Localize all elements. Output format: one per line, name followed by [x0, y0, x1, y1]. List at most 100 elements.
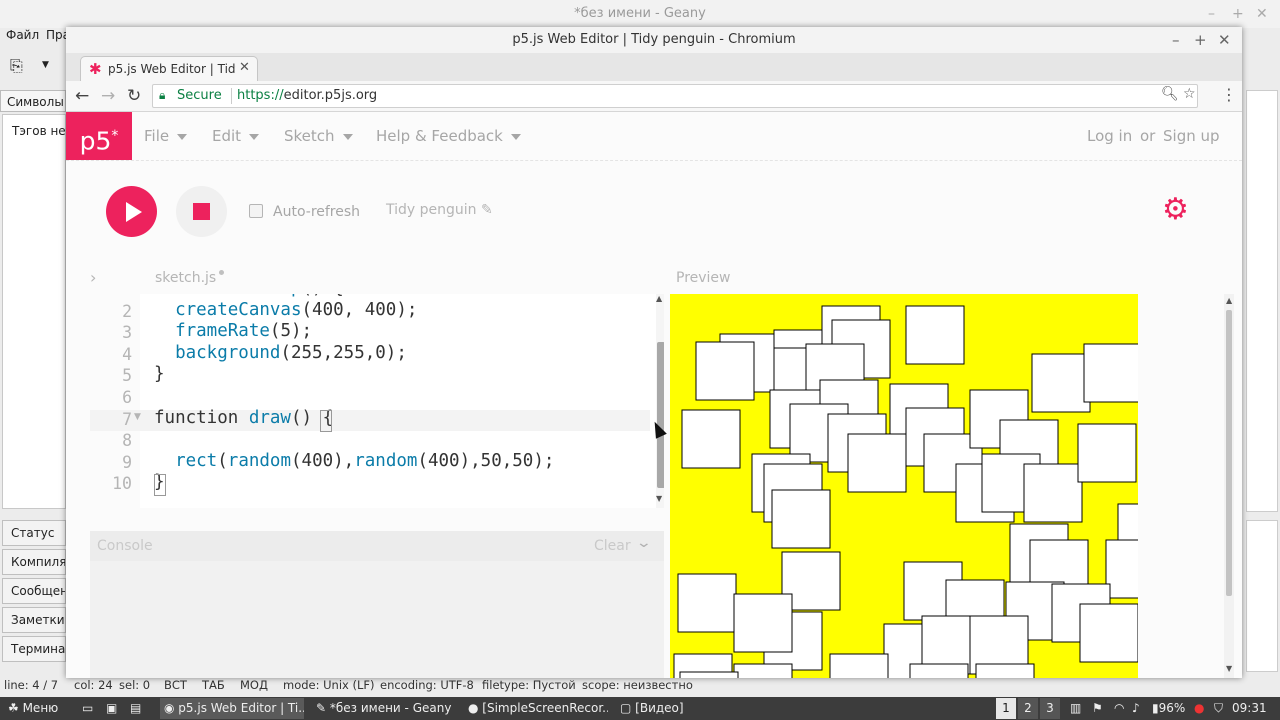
taskbar-item-geany[interactable]: ✎ *без имени - Geany [312, 698, 456, 719]
chevron-down-icon[interactable]: ▼ [42, 60, 49, 70]
secure-label: Secure [177, 88, 222, 103]
code-line[interactable]: function draw() { [154, 408, 333, 428]
new-file-icon[interactable]: ⎘ [10, 56, 23, 76]
geany-tab-terminal[interactable]: Термина [2, 636, 66, 662]
code-editor[interactable]: 1 function setup() { 2 createCanvas(400,… [90, 294, 664, 508]
code-line[interactable]: createCanvas(400, 400); [154, 300, 417, 320]
collapse-chevron-icon[interactable]: ⌄ [636, 535, 652, 551]
maximize-icon[interactable]: + [1232, 0, 1244, 28]
chromium-title: p5.js Web Editor | Tidy penguin - Chromi… [512, 32, 796, 47]
bookmark-star-icon[interactable]: ☆ [1183, 86, 1196, 102]
preview-scrollbar-thumb[interactable] [1226, 310, 1232, 596]
minimize-icon[interactable]: – [1172, 27, 1180, 53]
maximize-icon[interactable]: + [1194, 27, 1207, 53]
url-host: editor.p5js.org [283, 88, 378, 103]
login-link[interactable]: Log in [1087, 127, 1132, 145]
chevron-right-icon[interactable]: › [90, 268, 96, 287]
play-button[interactable] [106, 186, 157, 237]
editor-scrollbar-thumb[interactable] [657, 342, 664, 488]
canvas-square [679, 671, 739, 678]
geany-tab-messages[interactable]: Сообщен [2, 578, 66, 604]
file-manager-launcher-icon[interactable]: ▤ [126, 698, 150, 719]
preview-label: Preview [676, 270, 731, 286]
status-line: line: 4 / 7 [4, 678, 59, 692]
code-line[interactable]: function setup() { [154, 294, 344, 298]
fold-arrow-icon[interactable]: ▼ [134, 412, 141, 422]
geany-tab-status[interactable]: Статус [2, 520, 66, 546]
chevron-down-icon [249, 133, 260, 140]
clock[interactable]: 09:31 [1228, 698, 1272, 719]
file-tab-sketch[interactable]: sketch.js [155, 270, 225, 286]
geany-menu-file[interactable]: Файл [6, 28, 39, 42]
clear-console-button[interactable]: Clear [594, 538, 631, 554]
close-tab-icon[interactable]: ✕ [239, 60, 250, 75]
scroll-down-icon[interactable]: ▼ [656, 494, 662, 503]
url-text[interactable]: https://editor.p5js.org [237, 88, 377, 103]
forward-arrow-icon[interactable]: → [101, 86, 115, 106]
code-token: (400),50,50); [417, 451, 555, 471]
p5-logo[interactable]: p5* [66, 112, 132, 160]
lock-icon: 🔒︎ [159, 88, 166, 102]
menu-edit-label: Edit [212, 127, 242, 145]
status-mod: МОД [240, 678, 268, 692]
geany-menu-bar: Файл Пра [0, 28, 70, 50]
taskbar-item-chromium[interactable]: ◉ p5.js Web Editor | Ti... [160, 698, 304, 719]
canvas-square [1031, 353, 1091, 413]
geany-no-tags-text: Тэгов нет [12, 124, 73, 138]
preview-canvas[interactable] [670, 294, 1138, 678]
show-desktop-icon[interactable]: ▭ [78, 698, 102, 719]
scroll-up-icon[interactable]: ▲ [1226, 296, 1232, 305]
canvas-square [829, 653, 889, 678]
browser-menu-icon[interactable]: ⋮ [1221, 85, 1237, 104]
menu-edit[interactable]: Edit [212, 127, 260, 145]
back-arrow-icon[interactable]: ← [75, 86, 89, 106]
auto-refresh-checkbox[interactable] [249, 204, 263, 218]
stop-button[interactable] [176, 186, 227, 237]
status-sel: sel: 0 [119, 678, 151, 692]
taskbar-item-video[interactable]: ▢ [Видео] [616, 698, 760, 719]
sketch-name-text: Tidy penguin [386, 202, 477, 218]
minimize-icon[interactable]: – [1208, 0, 1215, 28]
workspace-2[interactable]: 2 [1018, 698, 1038, 719]
code-line[interactable]: } [154, 364, 165, 384]
chromium-icon: ◉ [164, 701, 179, 715]
scroll-down-icon[interactable]: ▼ [1226, 664, 1232, 673]
pencil-icon[interactable]: ✎ [481, 202, 493, 218]
address-bar[interactable]: 🔒︎ Secure https://editor.p5js.org 🔍︎ ☆ [152, 84, 1198, 108]
menu-sketch[interactable]: Sketch [284, 127, 353, 145]
code-line[interactable]: rect(random(400),random(400),50,50); [154, 451, 554, 471]
notifications-icon[interactable]: ▥ [1066, 698, 1090, 719]
code-line[interactable]: background(255,255,0); [154, 343, 407, 363]
close-icon[interactable]: ✕ [1256, 0, 1268, 28]
browser-tab-p5[interactable]: ✱ p5.js Web Editor | Tidy penguin ✕ [80, 56, 258, 81]
keyboard-layout-flag-icon[interactable]: ⚑ [1088, 698, 1112, 719]
start-menu-button[interactable]: ☘ Меню [4, 698, 78, 719]
terminal-launcher-icon[interactable]: ▣ [102, 698, 126, 719]
menu-file[interactable]: File [144, 127, 188, 145]
battery-indicator[interactable]: ▮96% [1148, 698, 1192, 719]
canvas-square [1079, 603, 1138, 663]
code-token: function [154, 408, 249, 428]
geany-toolbar: ⎘ ▼ [0, 52, 70, 82]
geany-tab-notes[interactable]: Заметки [2, 607, 66, 633]
workspace-3[interactable]: 3 [1040, 698, 1060, 719]
geany-tab-compiler[interactable]: Компилят [2, 549, 66, 575]
sketch-name[interactable]: Tidy penguin ✎ [386, 202, 493, 218]
canvas-square [1083, 343, 1138, 403]
file-tab-label: sketch.js [155, 270, 217, 286]
zoom-icon[interactable]: 🔍︎ [1161, 86, 1179, 102]
signup-link[interactable]: Sign up [1163, 127, 1220, 145]
reload-icon[interactable]: ↻ [127, 86, 141, 106]
taskbar-item-label: [SimpleScreenRecor... [482, 701, 608, 715]
geany-tab-symbols[interactable]: Символы [0, 90, 66, 112]
close-icon[interactable]: ✕ [1218, 27, 1231, 53]
scroll-up-icon[interactable]: ▲ [656, 294, 662, 303]
code-line[interactable]: frameRate(5); [154, 321, 312, 341]
settings-gear-icon[interactable]: ⚙ [1162, 195, 1189, 225]
recorder-tray-icon[interactable]: ● [1190, 698, 1212, 719]
workspace-1[interactable]: 1 [996, 698, 1016, 719]
menu-sketch-label: Sketch [284, 127, 335, 145]
taskbar-item-recorder[interactable]: ● [SimpleScreenRecor... [464, 698, 608, 719]
menu-help[interactable]: Help & Feedback [376, 127, 521, 145]
line-number: 4 [122, 345, 132, 364]
